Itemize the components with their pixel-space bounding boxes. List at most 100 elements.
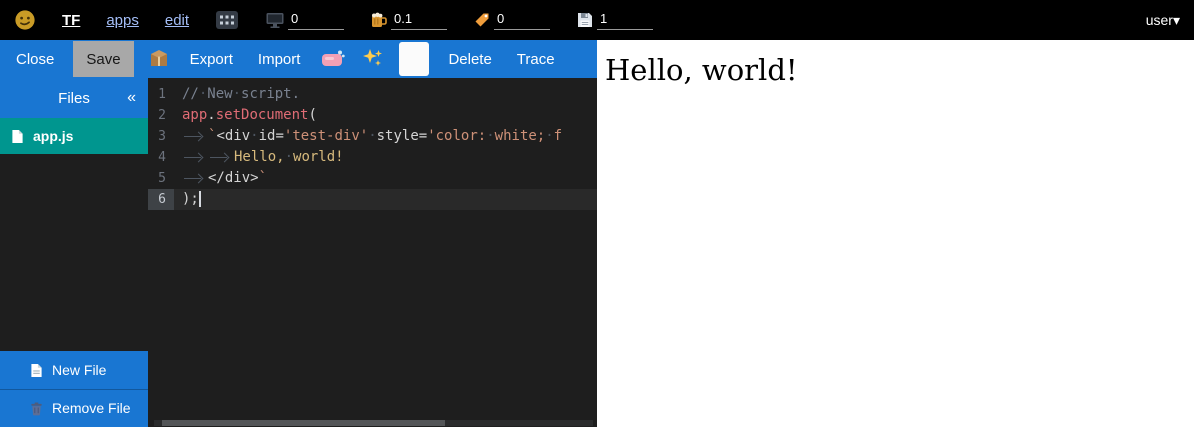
import-button[interactable]: Import (252, 40, 307, 78)
tag-icon (473, 11, 491, 29)
preview-pane: Hello, world! (597, 40, 1194, 427)
code-token: . (207, 107, 215, 123)
gutter-line-number: 6 (148, 189, 174, 210)
save-button[interactable]: Save (73, 41, 133, 77)
horizontal-scrollbar[interactable] (154, 420, 593, 426)
code-token: · (368, 128, 376, 144)
code-token: New (207, 86, 232, 102)
sidebar-empty-space (0, 154, 148, 351)
new-file-label: New File (52, 362, 106, 378)
editor-scroll-area: 123456 //·New·script.app.setDocument(`<d… (148, 78, 597, 210)
code-token: </div> (208, 170, 259, 186)
package-icon (149, 48, 169, 71)
file-icon (11, 129, 24, 144)
code-token: · (285, 149, 293, 165)
smirk-face-icon[interactable] (14, 9, 36, 31)
files-header: Files « (0, 78, 148, 118)
monitor-icon (265, 11, 285, 29)
stat-floppy: 1 (576, 11, 653, 30)
code-token: Hello, (234, 149, 285, 165)
floppy-count-field[interactable]: 1 (597, 11, 653, 30)
code-token: <div (216, 128, 250, 144)
apps-link[interactable]: apps (106, 12, 139, 29)
tab-whitespace-marker (182, 168, 208, 189)
code-line: app.setDocument( (174, 105, 597, 126)
edit-link[interactable]: edit (165, 12, 189, 29)
stat-monitor: 0 (265, 11, 344, 30)
editor-code[interactable]: //·New·script.app.setDocument(`<div·id='… (174, 84, 597, 210)
user-menu[interactable]: user▾ (1146, 12, 1180, 29)
text-cursor (199, 191, 201, 207)
code-token: ( (308, 107, 316, 123)
editor-panel: Close Save Export Import (0, 40, 597, 427)
main-area: Close Save Export Import (0, 40, 1194, 427)
code-editor[interactable]: 123456 //·New·script.app.setDocument(`<d… (148, 78, 597, 427)
code-token: ); (182, 191, 199, 207)
code-token: 'color: (427, 128, 486, 144)
code-token: id= (259, 128, 284, 144)
code-token: setDocument (216, 107, 309, 123)
workspace: Files « app.js (0, 78, 597, 427)
sparkles-button[interactable] (360, 40, 386, 78)
remove-file-label: Remove File (52, 400, 131, 416)
apps-grid-icon[interactable] (215, 10, 239, 30)
gutter-line-number: 4 (148, 147, 174, 168)
soap-icon (321, 49, 345, 70)
trash-icon (30, 401, 43, 416)
code-token: style= (377, 128, 428, 144)
floppy-icon (576, 11, 594, 29)
code-line: //·New·script. (174, 84, 597, 105)
code-token: // (182, 86, 199, 102)
editor-gutter: 123456 (148, 84, 174, 210)
code-token: f (554, 128, 562, 144)
code-token: ` (259, 170, 267, 186)
soap-button[interactable] (319, 40, 347, 78)
package-button[interactable] (147, 40, 171, 78)
code-token: · (486, 128, 494, 144)
top-bar: TF apps edit 0 (0, 0, 1194, 40)
gutter-line-number: 2 (148, 105, 174, 126)
close-button[interactable]: Close (10, 40, 60, 78)
collapse-sidebar-button[interactable]: « (127, 89, 136, 107)
files-sidebar: Files « app.js (0, 78, 148, 427)
tf-link[interactable]: TF (62, 12, 80, 29)
new-file-button[interactable]: New File (0, 351, 148, 389)
tab-whitespace-marker (208, 147, 234, 168)
tag-count-field[interactable]: 0 (494, 11, 550, 30)
gutter-line-number: 5 (148, 168, 174, 189)
new-file-icon (30, 363, 43, 378)
code-token: · (250, 128, 258, 144)
tab-whitespace-marker (182, 126, 208, 147)
app-root: TF apps edit 0 (0, 0, 1194, 427)
editor-toolbar: Close Save Export Import (0, 40, 597, 78)
export-button[interactable]: Export (184, 40, 239, 78)
delete-button[interactable]: Delete (442, 40, 497, 78)
stat-beer: 0.1 (370, 11, 447, 30)
code-token: white; (495, 128, 546, 144)
code-token: script. (241, 86, 300, 102)
code-line: Hello,·world! (174, 147, 597, 168)
file-item-appjs[interactable]: app.js (0, 118, 148, 154)
code-token: 'test-div' (284, 128, 368, 144)
blank-button[interactable] (399, 42, 429, 76)
scrollbar-thumb[interactable] (162, 420, 445, 426)
beer-count-field[interactable]: 0.1 (391, 11, 447, 30)
code-line: ); (174, 189, 597, 210)
monitor-count-field[interactable]: 0 (288, 11, 344, 30)
code-token: app (182, 107, 207, 123)
gutter-line-number: 1 (148, 84, 174, 105)
remove-file-button[interactable]: Remove File (0, 389, 148, 427)
preview-text: Hello, world! (605, 53, 1186, 87)
file-name: app.js (33, 128, 73, 144)
tab-whitespace-marker (182, 147, 208, 168)
stat-tag: 0 (473, 11, 550, 30)
trace-button[interactable]: Trace (511, 40, 561, 78)
sparkles-icon (362, 47, 384, 72)
code-line: </div>` (174, 168, 597, 189)
code-line: `<div·id='test-div'·style='color:·white;… (174, 126, 597, 147)
files-title: Files (58, 90, 90, 107)
code-token: · (545, 128, 553, 144)
code-token: world! (293, 149, 344, 165)
gutter-line-number: 3 (148, 126, 174, 147)
code-token: · (233, 86, 241, 102)
